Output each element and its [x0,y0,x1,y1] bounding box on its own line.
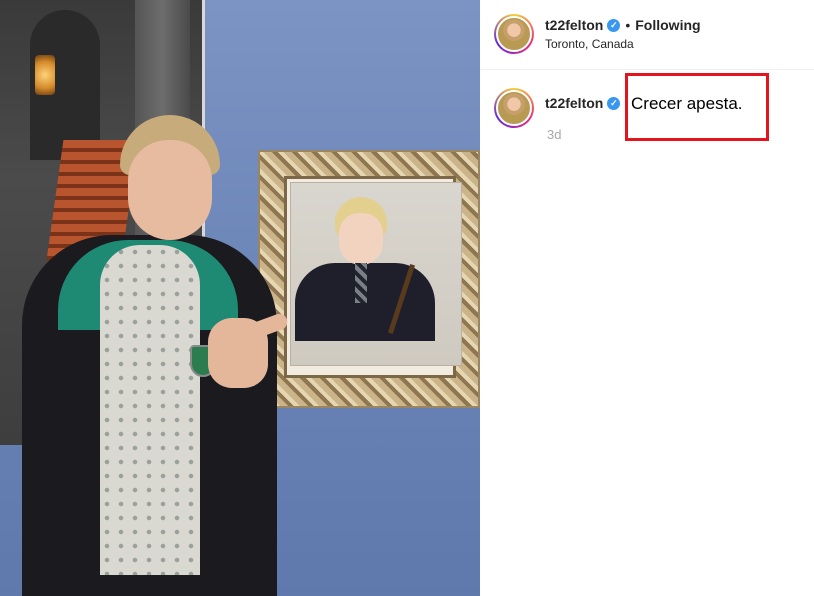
following-button[interactable]: Following [635,17,700,33]
backdrop-lamp [35,55,55,95]
location-link[interactable]: Toronto, Canada [545,37,634,51]
portrait-face [339,213,383,265]
caption-text: Crecer apesta. [631,94,743,113]
avatar[interactable] [494,14,534,54]
verified-badge-icon: ✓ [607,96,621,110]
verified-badge-icon: ✓ [607,18,621,32]
post-header: t22felton ✓ • Following Toronto, Canada [480,0,814,70]
comment-timestamp[interactable]: 3d [547,127,561,142]
comment-user-line: t22felton ✓ [545,95,621,111]
header-user-line: t22felton ✓ • Following [545,17,701,33]
framed-portrait [258,150,480,408]
comment-avatar-image [496,90,532,126]
portrait-picture [290,182,462,366]
caption-comment: t22felton ✓ Crecer apesta. 3d [480,70,814,160]
post-side-panel: t22felton ✓ • Following Toronto, Canada … [480,0,814,596]
post-photo[interactable] [0,0,480,596]
username-link[interactable]: t22felton [545,17,603,33]
person-face [128,140,212,240]
separator-dot: • [625,17,631,33]
avatar-image [496,16,532,52]
portrait-tie [355,263,367,303]
comment-avatar[interactable] [494,88,534,128]
person-shirt [100,245,200,575]
comment-username-link[interactable]: t22felton [545,95,603,111]
